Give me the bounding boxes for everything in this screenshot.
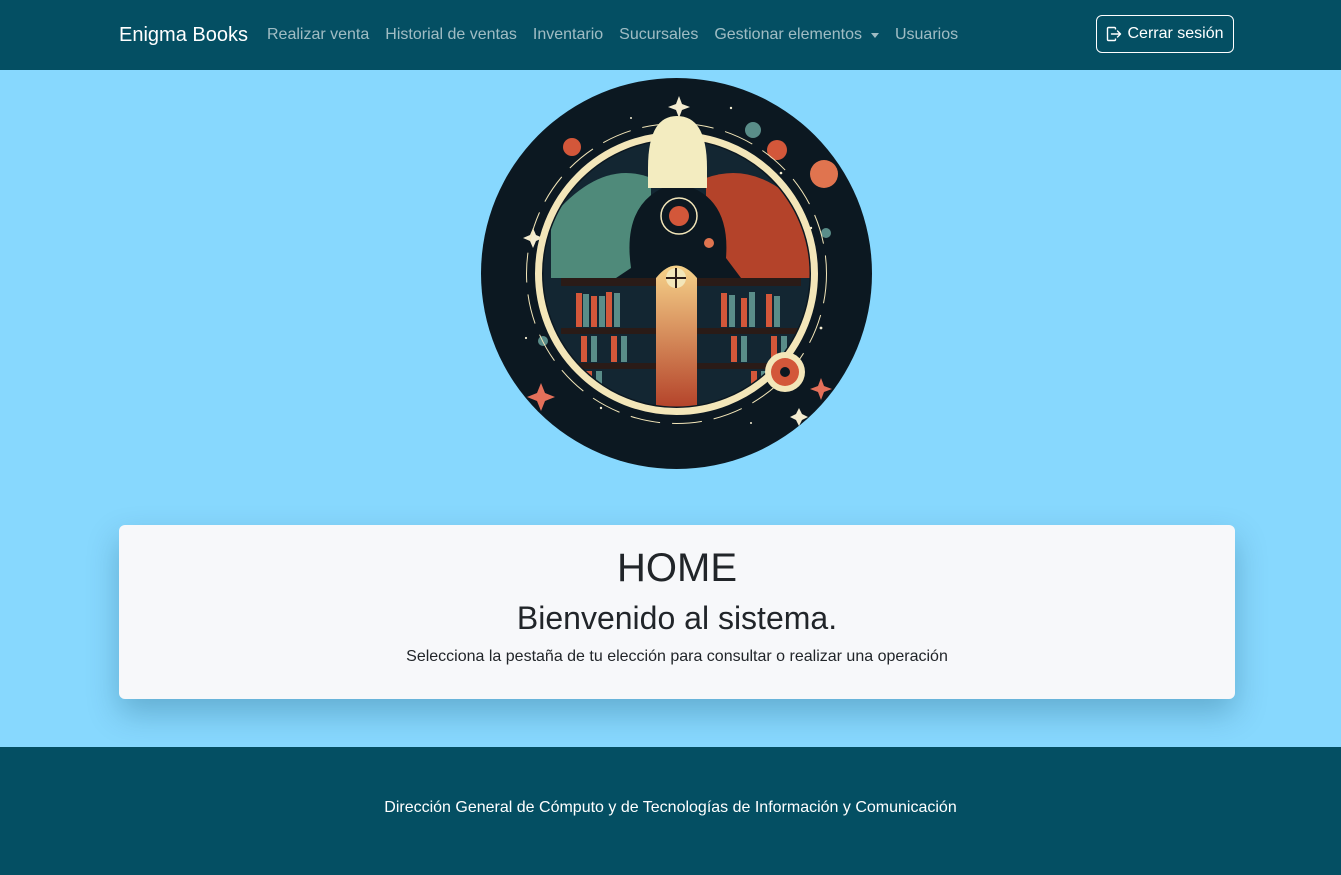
welcome-description: Selecciona la pestaña de tu elección par…: [406, 648, 948, 665]
page-footer: Dirección General de Cómputo y de Tecnol…: [0, 747, 1341, 875]
welcome-card: HOME Bienvenido al sistema. Selecciona l…: [119, 525, 1235, 699]
caret-down-icon: [870, 32, 879, 38]
nav-link-sucursales[interactable]: Sucursales: [619, 24, 698, 46]
welcome-subtitle: Bienvenido al sistema.: [516, 600, 838, 636]
nav-link-inventario[interactable]: Inventario: [533, 24, 603, 46]
page-title: HOME: [617, 546, 737, 590]
nav-dropdown-label: Gestionar elementos: [714, 26, 862, 43]
footer-text: Dirección General de Cómputo y de Tecnol…: [384, 799, 957, 816]
top-navbar: Enigma Books Realizar venta Historial de…: [0, 0, 1341, 70]
nav-dropdown-gestionar-elementos[interactable]: Gestionar elementos: [714, 24, 879, 46]
nav-link-realizar-venta[interactable]: Realizar venta: [267, 24, 369, 46]
box-arrow-right-icon: [1107, 26, 1122, 42]
nav-link-usuarios[interactable]: Usuarios: [895, 24, 958, 46]
nav-links: Realizar venta Historial de ventas Inven…: [267, 24, 974, 46]
brand-link[interactable]: Enigma Books: [119, 22, 248, 48]
logout-label: Cerrar sesión: [1127, 25, 1224, 42]
logout-button[interactable]: Cerrar sesión: [1096, 15, 1234, 53]
nav-link-historial-ventas[interactable]: Historial de ventas: [385, 24, 517, 46]
library-logo-image: [481, 78, 872, 469]
